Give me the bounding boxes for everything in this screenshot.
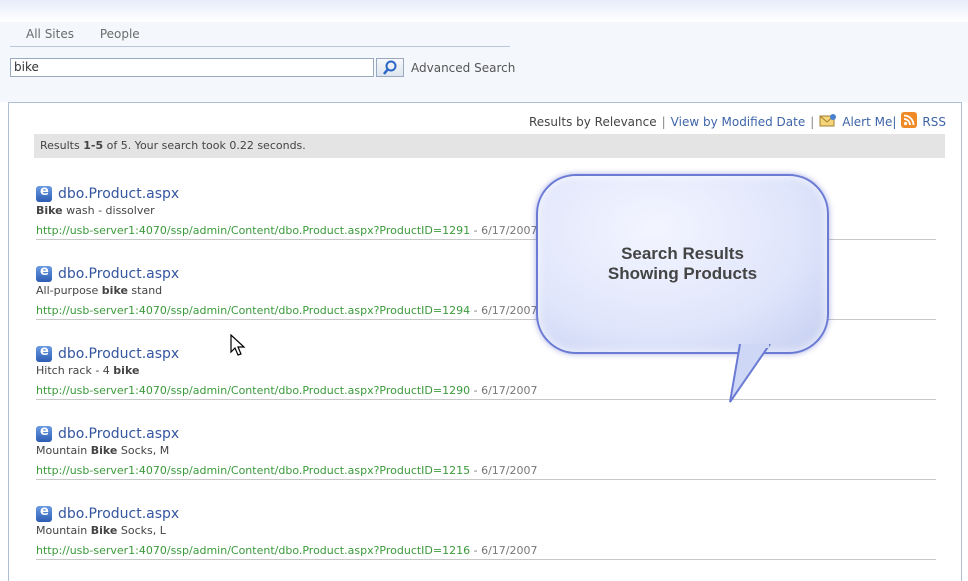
result-description-text: All-purpose (36, 284, 102, 297)
toolbar-separator: | (810, 114, 815, 129)
result-url[interactable]: http://usb-server1:4070/ssp/admin/Conten… (36, 544, 470, 557)
result-url[interactable]: http://usb-server1:4070/ssp/admin/Conten… (36, 384, 470, 397)
result-date: - 6/17/2007 (470, 464, 538, 477)
document-icon (36, 184, 52, 202)
callout-tail (729, 344, 771, 403)
results-status: Results 1-5 of 5. Your search took 0.22 … (34, 134, 945, 158)
rss-link[interactable]: RSS (922, 115, 946, 129)
result-keyword: bike (113, 364, 140, 377)
result-date: - 6/17/2007 (470, 224, 538, 237)
callout-line-2: Showing Products (607, 264, 758, 283)
result-description-text: stand (127, 284, 163, 297)
result-keyword: Bike (90, 524, 118, 537)
result-date: - 6/17/2007 (470, 384, 538, 397)
result-keyword: Bike (36, 204, 63, 217)
search-button[interactable] (376, 58, 404, 77)
view-by-modified-date-link[interactable]: View by Modified Date (671, 115, 806, 129)
top-fade (0, 0, 968, 22)
status-prefix: Results (40, 139, 84, 152)
result-description-text: Mountain (36, 444, 91, 457)
result-description-text: Hitch rack - 4 (36, 364, 114, 377)
result-description-text: Socks, L (117, 524, 166, 537)
result-description-text: wash - dissolver (62, 204, 155, 217)
result-url[interactable]: http://usb-server1:4070/ssp/admin/Conten… (36, 304, 470, 317)
tab-underline (10, 46, 510, 47)
result-title[interactable]: dbo.Product.aspx (58, 346, 179, 362)
tab-all-sites[interactable]: All Sites (26, 27, 74, 41)
result-item: dbo.Product.aspx Hitch rack - 4 bike htt… (36, 344, 936, 400)
result-keyword: Bike (90, 444, 118, 457)
result-description-text: Socks, M (117, 444, 170, 457)
callout-line-1: Search Results (621, 244, 744, 263)
result-url-row: http://usb-server1:4070/ssp/admin/Conten… (36, 384, 936, 400)
result-title[interactable]: dbo.Product.aspx (58, 426, 179, 442)
result-title[interactable]: dbo.Product.aspx (58, 506, 179, 522)
tab-people[interactable]: People (100, 27, 140, 41)
result-url-row: http://usb-server1:4070/ssp/admin/Conten… (36, 544, 936, 560)
advanced-search-link[interactable]: Advanced Search (411, 61, 515, 75)
result-date: - 6/17/2007 (470, 544, 538, 557)
result-description: Hitch rack - 4 bike (36, 364, 936, 377)
status-range: 1-5 (83, 139, 104, 152)
result-title[interactable]: dbo.Product.aspx (58, 186, 179, 202)
results-toolbar: Results by Relevance | View by Modified … (529, 112, 946, 131)
rss-icon (901, 112, 918, 131)
result-url[interactable]: http://usb-server1:4070/ssp/admin/Conten… (36, 224, 470, 237)
results-by-relevance: Results by Relevance (529, 114, 657, 129)
result-description: Mountain Bike Socks, L (36, 524, 936, 537)
result-item: dbo.Product.aspx Mountain Bike Socks, L … (36, 504, 936, 560)
search-icon (383, 60, 397, 75)
result-title[interactable]: dbo.Product.aspx (58, 266, 179, 282)
scope-tabs: All Sites People (26, 27, 162, 41)
result-item: dbo.Product.aspx Mountain Bike Socks, M … (36, 424, 936, 480)
toolbar-separator: | (661, 114, 666, 129)
result-url-row: http://usb-server1:4070/ssp/admin/Conten… (36, 464, 936, 480)
document-icon (36, 264, 52, 282)
document-icon (36, 504, 52, 522)
result-description: Mountain Bike Socks, M (36, 444, 936, 457)
alert-icon (819, 113, 837, 130)
search-input[interactable]: bike (10, 58, 374, 77)
result-url[interactable]: http://usb-server1:4070/ssp/admin/Conten… (36, 464, 470, 477)
result-date: - 6/17/2007 (470, 304, 538, 317)
document-icon (36, 344, 52, 362)
result-keyword: bike (101, 284, 128, 297)
status-suffix: of 5. Your search took 0.22 seconds. (103, 139, 306, 152)
result-description-text: Mountain (36, 524, 91, 537)
mouse-cursor-icon (230, 334, 246, 356)
document-icon (36, 424, 52, 442)
alert-me-link[interactable]: Alert Me| (842, 115, 896, 129)
callout-bubble: Search Results Showing Products (536, 174, 829, 354)
